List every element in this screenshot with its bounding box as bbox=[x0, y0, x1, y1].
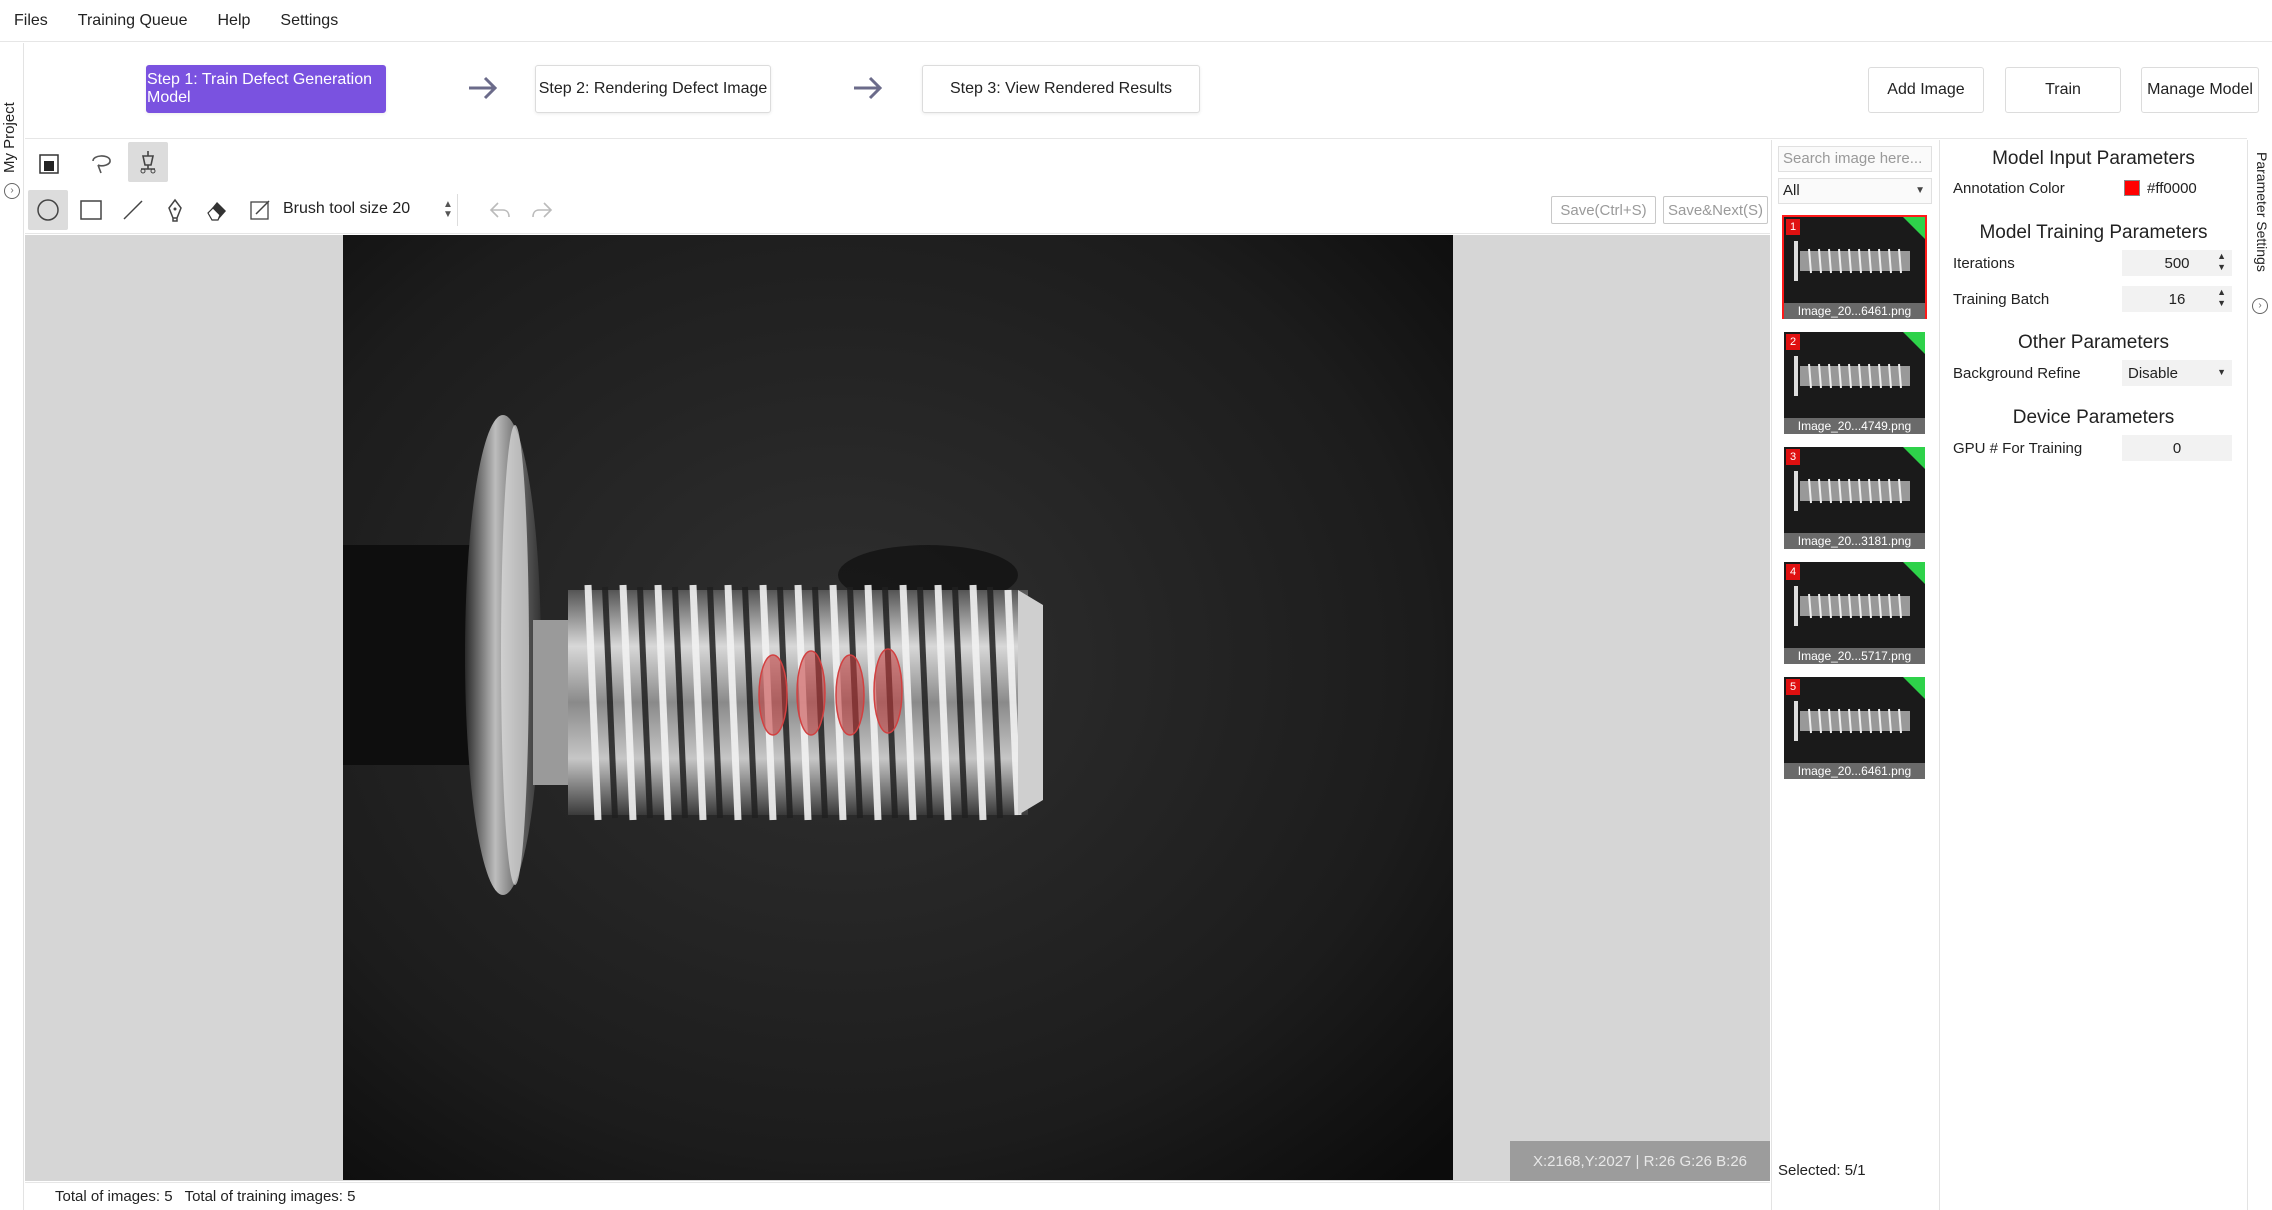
my-project-tab[interactable]: My Project › bbox=[0, 43, 24, 1210]
thumbnail-name: Image_20...4749.png bbox=[1784, 418, 1925, 434]
menu-files[interactable]: Files bbox=[14, 12, 48, 30]
total-images-text: Total of images: 5 bbox=[55, 1188, 173, 1205]
arrow-right-icon bbox=[469, 76, 498, 100]
model-training-title: Model Training Parameters bbox=[1979, 222, 2208, 243]
manage-model-button[interactable]: Manage Model bbox=[2141, 67, 2259, 113]
annotation-color-swatch[interactable] bbox=[2124, 180, 2140, 196]
model-input-title: Model Input Parameters bbox=[1992, 148, 2195, 169]
other-params-title: Other Parameters bbox=[2018, 332, 2169, 353]
total-training-text: Total of training images: 5 bbox=[184, 1188, 356, 1205]
thumbnail-number: 2 bbox=[1786, 334, 1800, 350]
parameter-settings-label: Parameter Settings bbox=[2254, 152, 2270, 272]
trained-check-icon bbox=[1903, 677, 1925, 699]
training-batch-label: Training Batch bbox=[1953, 291, 2050, 308]
thumbnail-number: 1 bbox=[1786, 219, 1800, 235]
parameter-settings-tab[interactable]: Parameter Settings › bbox=[2247, 140, 2272, 1210]
thumbnail-item[interactable]: 5 Image_20...6461.png bbox=[1782, 675, 1927, 779]
step1-button[interactable]: Step 1: Train Defect Generation Model bbox=[146, 65, 386, 113]
line-icon[interactable] bbox=[113, 190, 153, 230]
training-batch-value: 16 bbox=[2168, 290, 2186, 308]
thumbnail-number: 3 bbox=[1786, 449, 1800, 465]
step-bar: Step 1: Train Defect Generation Model St… bbox=[25, 43, 2259, 139]
annotation-color-value: #ff0000 bbox=[2147, 180, 2197, 197]
thumbnail-item[interactable]: 3 Image_20...3181.png bbox=[1782, 445, 1927, 549]
pen-tool-icon[interactable] bbox=[128, 142, 168, 182]
arrow-right-icon bbox=[854, 76, 883, 100]
drawing-toolbar: Brush tool size 20 ▲ ▼ Save(Ctrl+S) Save&… bbox=[25, 188, 1770, 234]
save-button[interactable]: Save(Ctrl+S) bbox=[1551, 196, 1656, 224]
trained-check-icon bbox=[1903, 447, 1925, 469]
brush-size-label: Brush tool size 20 bbox=[283, 200, 411, 217]
add-image-button[interactable]: Add Image bbox=[1868, 67, 1984, 113]
training-batch-input[interactable]: 16 ▲ ▼ bbox=[2122, 286, 2232, 312]
circle-icon[interactable] bbox=[28, 190, 68, 230]
thumbnail-number: 5 bbox=[1786, 679, 1800, 695]
redo-icon[interactable] bbox=[522, 190, 562, 230]
expand-panel-icon[interactable]: › bbox=[4, 183, 20, 199]
iterations-label: Iterations bbox=[1953, 255, 2015, 272]
background-refine-value: Disable bbox=[2128, 364, 2179, 382]
trained-check-icon bbox=[1903, 217, 1925, 239]
save-next-button[interactable]: Save&Next(S) bbox=[1663, 196, 1768, 224]
iterations-stepper[interactable]: ▲ ▼ bbox=[2217, 251, 2226, 273]
pen-nib-icon[interactable] bbox=[155, 190, 195, 230]
thumbnail-number: 4 bbox=[1786, 564, 1800, 580]
menu-settings[interactable]: Settings bbox=[280, 12, 338, 30]
undo-icon[interactable] bbox=[480, 190, 520, 230]
status-bar: Total of images: 5 Total of training ima… bbox=[25, 1182, 1770, 1210]
lasso-icon[interactable] bbox=[81, 144, 121, 184]
search-input[interactable]: Search image here... bbox=[1778, 146, 1932, 172]
brush-size-stepper[interactable]: ▲ ▼ bbox=[443, 200, 453, 220]
trained-check-icon bbox=[1903, 562, 1925, 584]
thumbnail-name: Image_20...6461.png bbox=[1784, 303, 1925, 319]
menu-help[interactable]: Help bbox=[217, 12, 250, 30]
fill-mask-icon[interactable] bbox=[29, 144, 69, 184]
thumbnail-item[interactable]: 1 Image_20...6461.png bbox=[1782, 215, 1927, 319]
thumbnail-name: Image_20...6461.png bbox=[1784, 763, 1925, 779]
gpu-input[interactable]: 0 bbox=[2122, 435, 2232, 461]
edit-icon[interactable] bbox=[240, 190, 280, 230]
parameter-panel: Model Input Parameters Annotation Color … bbox=[1939, 140, 2246, 1210]
train-button[interactable]: Train bbox=[2005, 67, 2121, 113]
mode-toolbar bbox=[25, 140, 1770, 188]
menu-bar: Files Training Queue Help Settings bbox=[0, 0, 2272, 42]
image-list-panel: Search image here... All ▼ 1 Image_20...… bbox=[1771, 140, 1938, 1210]
screw-image[interactable] bbox=[343, 235, 1453, 1180]
iterations-value: 500 bbox=[2164, 254, 2190, 272]
my-project-label: My Project bbox=[1, 102, 18, 174]
background-refine-select[interactable]: Disable ▼ bbox=[2122, 360, 2232, 386]
collapse-panel-icon[interactable]: › bbox=[2252, 298, 2268, 314]
thumbnail-item[interactable]: 4 Image_20...5717.png bbox=[1782, 560, 1927, 664]
pixel-coord-readout: X:2168,Y:2027 | R:26 G:26 B:26 bbox=[1510, 1141, 1770, 1181]
chevron-down-icon: ▼ bbox=[1915, 185, 1925, 196]
thumbnail-name: Image_20...3181.png bbox=[1784, 533, 1925, 549]
menu-training-queue[interactable]: Training Queue bbox=[78, 12, 188, 30]
eraser-icon[interactable] bbox=[197, 190, 237, 230]
selected-count: Selected: 5/1 bbox=[1778, 1162, 1866, 1179]
iterations-input[interactable]: 500 ▲ ▼ bbox=[2122, 250, 2232, 276]
background-refine-label: Background Refine bbox=[1953, 365, 2081, 382]
training-batch-stepper[interactable]: ▲ ▼ bbox=[2217, 287, 2226, 309]
chevron-down-icon: ▼ bbox=[2217, 367, 2226, 377]
annotation-canvas[interactable]: X:2168,Y:2027 | R:26 G:26 B:26 bbox=[25, 235, 1770, 1181]
step3-button[interactable]: Step 3: View Rendered Results bbox=[922, 65, 1200, 113]
filter-dropdown[interactable]: All ▼ bbox=[1778, 178, 1932, 204]
device-params-title: Device Parameters bbox=[2012, 407, 2175, 428]
filter-value: All bbox=[1783, 182, 1800, 199]
annotation-color-label: Annotation Color bbox=[1953, 180, 2065, 197]
toolbar-divider bbox=[457, 194, 458, 226]
gpu-label: GPU # For Training bbox=[1953, 440, 2083, 457]
step2-button[interactable]: Step 2: Rendering Defect Image bbox=[535, 65, 771, 113]
gpu-value: 0 bbox=[2172, 439, 2182, 457]
thumbnail-name: Image_20...5717.png bbox=[1784, 648, 1925, 664]
thumbnail-item[interactable]: 2 Image_20...4749.png bbox=[1782, 330, 1927, 434]
trained-check-icon bbox=[1903, 332, 1925, 354]
rectangle-icon[interactable] bbox=[71, 190, 111, 230]
